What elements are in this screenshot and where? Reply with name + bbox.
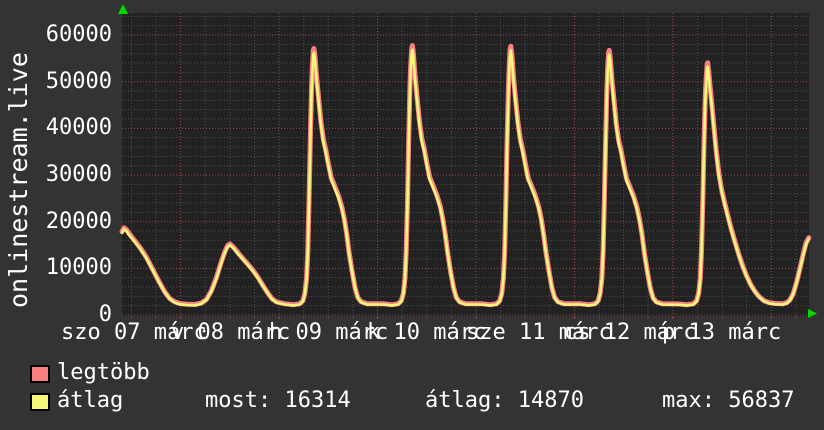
axis-ticks: [130, 316, 797, 319]
x-axis-label: p 13 márc: [662, 320, 782, 345]
legend-label-atlag: átlag: [57, 388, 124, 413]
y-axis-label: 50000: [45, 68, 112, 94]
stat-max: max: 56837: [662, 388, 795, 413]
legend-swatch-atlag: [30, 393, 50, 411]
y-axis-label: 10000: [45, 255, 112, 281]
y-axis-label: 20000: [45, 208, 112, 234]
legend-swatch-legtobb: [30, 365, 50, 383]
stat-most: most: 16314: [205, 388, 351, 413]
y-axis-label: 40000: [45, 115, 112, 141]
legend-label-legtobb: legtöbb: [57, 360, 150, 385]
stat-atlag: átlag: 14870: [425, 388, 584, 413]
rrd-graph: onlinestream.live 60000 50000 40000 30000 20…: [0, 0, 824, 430]
y-axis-label: 60000: [45, 21, 112, 47]
y-axis-label: 30000: [45, 161, 112, 187]
x-axis-arrow-icon: [808, 309, 817, 318]
y-axis-arrow-icon: [118, 4, 128, 14]
